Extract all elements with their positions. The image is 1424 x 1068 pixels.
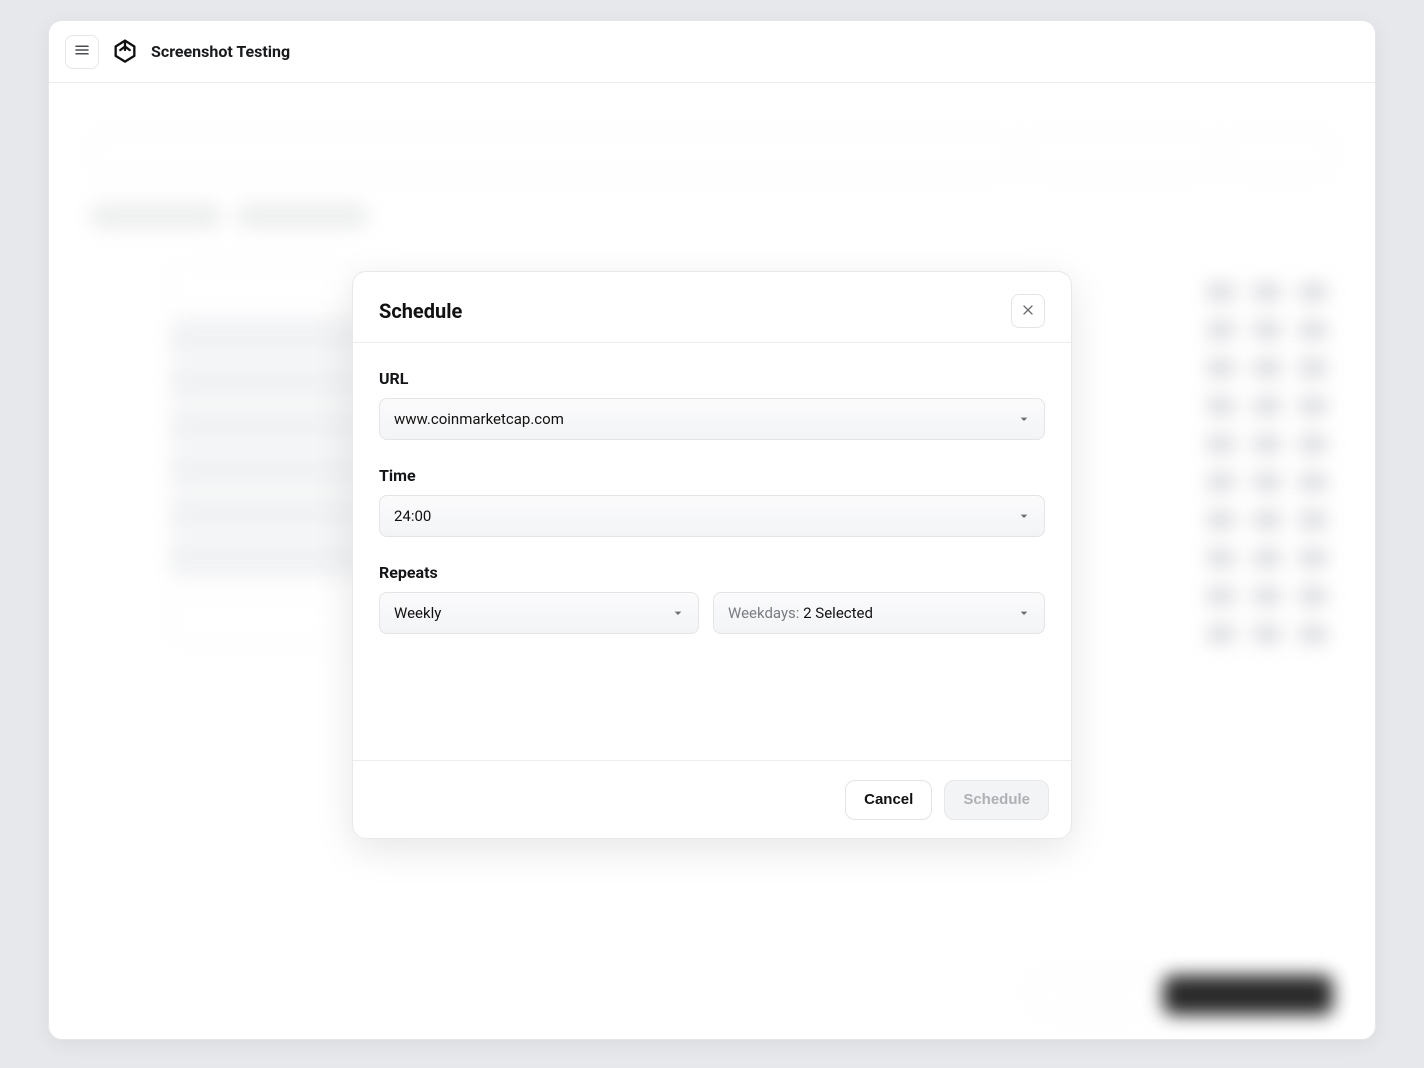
- modal-title: Schedule: [379, 299, 462, 323]
- chevron-down-icon: [1016, 605, 1032, 621]
- modal-header: Schedule: [353, 272, 1071, 343]
- time-select[interactable]: 24:00: [379, 495, 1045, 537]
- schedule-submit-button[interactable]: Schedule: [944, 780, 1049, 820]
- modal-footer: Cancel Schedule: [353, 760, 1071, 838]
- url-select[interactable]: www.coinmarketcap.com: [379, 398, 1045, 440]
- weekdays-select-value: Weekdays: 2 Selected: [728, 604, 873, 622]
- weekdays-count: 2 Selected: [803, 604, 873, 622]
- schedule-modal: Schedule URL www.coinmarketcap.com Time …: [352, 271, 1072, 839]
- cancel-button[interactable]: Cancel: [845, 780, 932, 820]
- app-title: Screenshot Testing: [151, 42, 290, 61]
- time-label: Time: [379, 466, 1045, 485]
- url-select-value: www.coinmarketcap.com: [394, 410, 564, 428]
- app-logo-icon: [111, 36, 139, 68]
- url-label: URL: [379, 369, 1045, 388]
- app-header: Screenshot Testing: [49, 21, 1375, 83]
- app-shell: Screenshot Testing: [48, 20, 1376, 1040]
- time-select-value: 24:00: [394, 507, 431, 525]
- url-field: URL www.coinmarketcap.com: [379, 369, 1045, 440]
- time-field: Time 24:00: [379, 466, 1045, 537]
- weekdays-select[interactable]: Weekdays: 2 Selected: [713, 592, 1045, 634]
- weekdays-prefix: Weekdays:: [728, 604, 803, 622]
- chevron-down-icon: [1016, 508, 1032, 524]
- repeats-frequency-value: Weekly: [394, 604, 441, 622]
- repeats-frequency-select[interactable]: Weekly: [379, 592, 699, 634]
- close-icon: [1020, 302, 1036, 321]
- chevron-down-icon: [670, 605, 686, 621]
- modal-body: URL www.coinmarketcap.com Time 24:00 Rep…: [353, 343, 1071, 760]
- chevron-down-icon: [1016, 411, 1032, 427]
- repeats-field: Repeats Weekly Weekdays: 2 Selected: [379, 563, 1045, 634]
- menu-icon: [73, 41, 91, 62]
- repeats-label: Repeats: [379, 563, 1045, 582]
- modal-close-button[interactable]: [1011, 294, 1045, 328]
- menu-button[interactable]: [65, 35, 99, 69]
